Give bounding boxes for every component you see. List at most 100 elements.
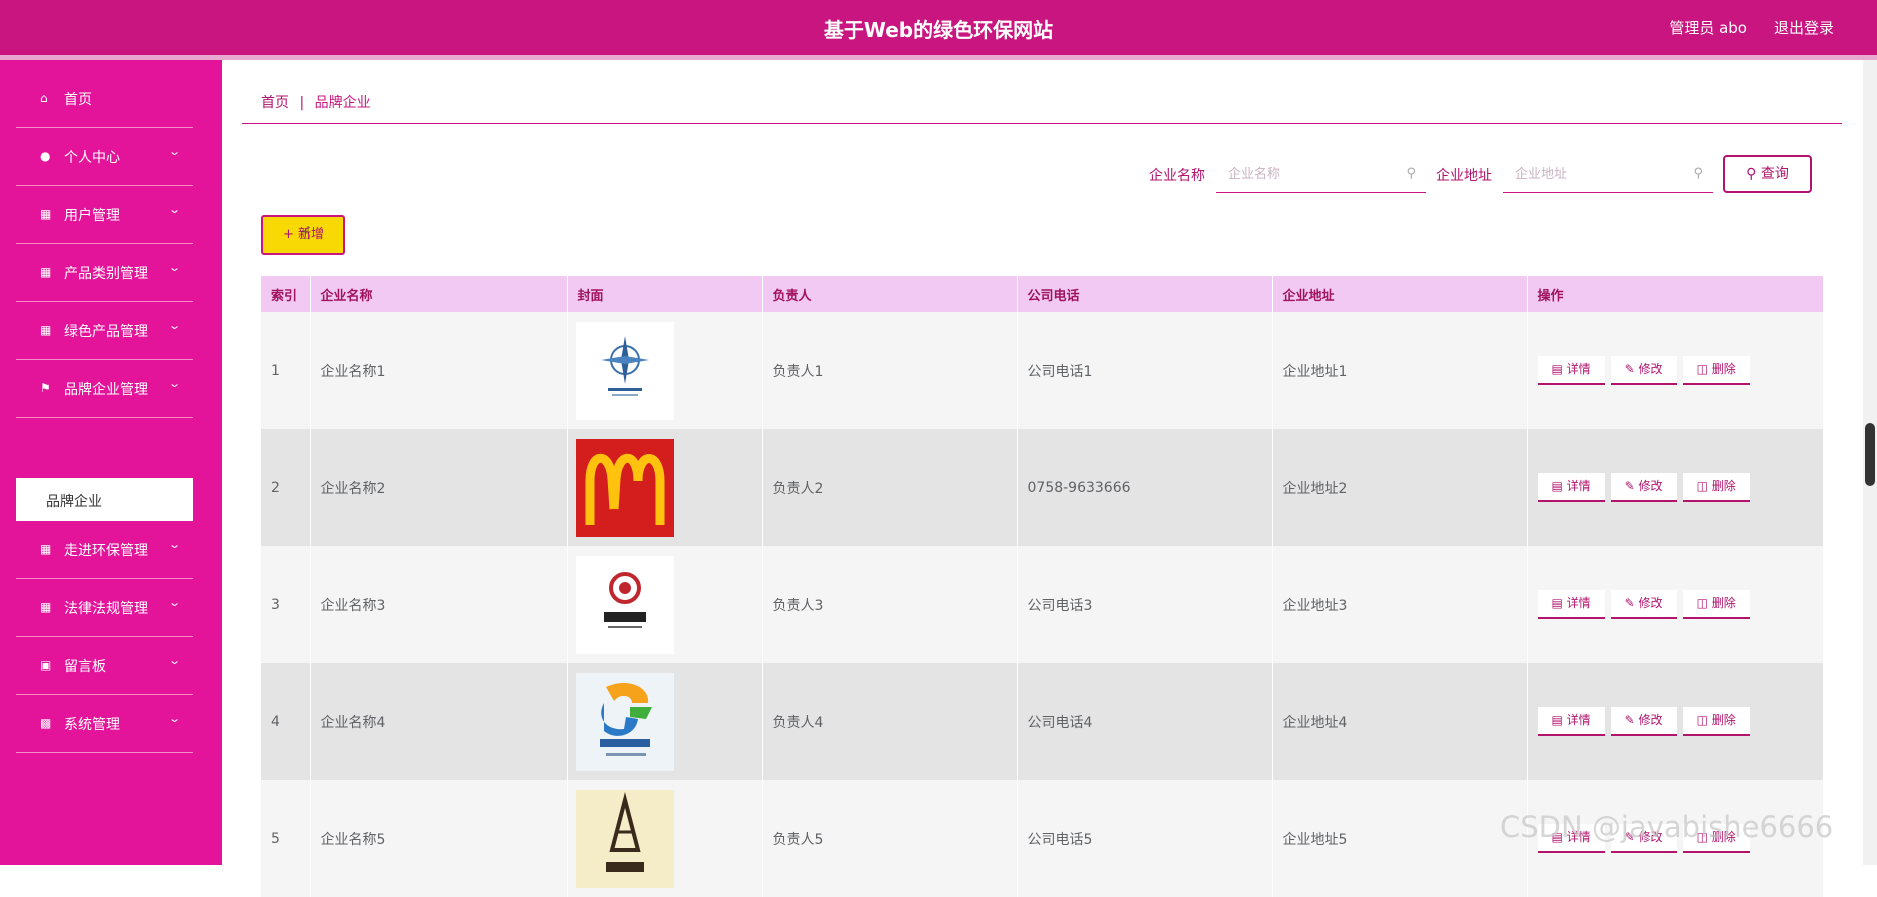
cell-person: 负责人4 bbox=[762, 663, 1018, 780]
sidebar-subitem-label: 品牌企业 bbox=[46, 494, 102, 510]
flag-icon: ⚑ bbox=[40, 381, 51, 395]
cell-phone: 公司电话1 bbox=[1017, 312, 1273, 429]
delete-button[interactable]: ◫ 删除 bbox=[1682, 590, 1750, 619]
sidebar-item-home[interactable]: ⌂ 首页 bbox=[16, 70, 193, 128]
monitor-icon: ▩ bbox=[40, 716, 52, 730]
sidebar-item-users[interactable]: ▦ 用户管理 ⌄ bbox=[16, 186, 193, 244]
cell-company-name: 企业名称5 bbox=[310, 780, 568, 897]
current-user: 管理员 abo bbox=[1669, 19, 1747, 37]
table-row: 1 企业名称1 负责人1 公司电话1 企业地址1 ▤ 详情 ✎ 修改 ◫ 删除 bbox=[261, 312, 1824, 429]
column-header: 企业名称 bbox=[310, 276, 568, 312]
detail-button[interactable]: ▤ 详情 bbox=[1537, 473, 1605, 502]
sidebar-item-laws[interactable]: ▦ 法律法规管理 ⌄ bbox=[16, 579, 193, 637]
chevron-down-icon: ⌄ bbox=[167, 145, 181, 158]
detail-button[interactable]: ▤ 详情 bbox=[1537, 356, 1605, 385]
table-row: 2 企业名称2 负责人2 0758-9633666 企业地址2 ▤ 详情 ✎ 修改… bbox=[261, 429, 1824, 546]
delete-button[interactable]: ◫ 删除 bbox=[1682, 356, 1750, 385]
company-name-search: ⚲ bbox=[1216, 156, 1426, 193]
clipboard-icon: ▦ bbox=[40, 207, 52, 221]
delete-button[interactable]: ◫ 删除 bbox=[1682, 473, 1750, 502]
edit-label: 修改 bbox=[1638, 362, 1663, 376]
detail-button[interactable]: ▤ 详情 bbox=[1537, 590, 1605, 619]
sidebar-item-label: 绿色产品管理 bbox=[64, 324, 148, 340]
sidebar-item-label: 用户管理 bbox=[64, 208, 120, 224]
sidebar-item-label: 个人中心 bbox=[64, 150, 120, 166]
sidebar-subitem-brand-company[interactable]: 品牌企业 bbox=[16, 478, 193, 521]
delete-label: 删除 bbox=[1711, 362, 1736, 376]
company-name-label: 企业名称 bbox=[1149, 168, 1205, 184]
edit-button[interactable]: ✎ 修改 bbox=[1610, 590, 1677, 619]
cell-cover bbox=[567, 312, 763, 429]
cell-person: 负责人2 bbox=[762, 429, 1018, 546]
breadcrumb-home[interactable]: 首页 bbox=[261, 95, 289, 111]
search-icon: ⚲ bbox=[1406, 166, 1416, 181]
edit-label: 修改 bbox=[1638, 713, 1663, 727]
company-logo-compass bbox=[575, 321, 674, 420]
cell-cover bbox=[567, 429, 763, 546]
company-address-label: 企业地址 bbox=[1436, 168, 1492, 184]
person-icon: ● bbox=[40, 149, 51, 163]
detail-label: 详情 bbox=[1566, 713, 1591, 727]
cell-index: 5 bbox=[261, 780, 311, 897]
breadcrumb-current: 品牌企业 bbox=[314, 95, 371, 111]
edit-button[interactable]: ✎ 修改 bbox=[1610, 707, 1677, 736]
plus-icon: + bbox=[283, 227, 294, 242]
table-header-row: 索引 企业名称 封面 负责人 公司电话 企业地址 操作 bbox=[261, 276, 1824, 312]
search-icon: ⚲ bbox=[1693, 166, 1703, 181]
delete-label: 删除 bbox=[1711, 713, 1736, 727]
sidebar-item-green-products[interactable]: ▦ 绿色产品管理 ⌄ bbox=[16, 302, 193, 360]
chevron-down-icon: ⌄ bbox=[167, 203, 181, 216]
sidebar: ⌂ 首页 ● 个人中心 ⌄ ▦ 用户管理 ⌄ ▦ 产品类别管理 ⌄ ▦ 绿色产品… bbox=[0, 60, 222, 865]
chevron-down-icon: ⌄ bbox=[167, 261, 181, 274]
column-header: 公司电话 bbox=[1017, 276, 1273, 312]
briefcase-icon: ▣ bbox=[40, 658, 52, 672]
sidebar-item-system[interactable]: ▩ 系统管理 ⌄ bbox=[16, 695, 193, 753]
search-icon: ⚲ bbox=[1746, 166, 1757, 182]
cell-phone: 0758-9633666 bbox=[1017, 429, 1273, 546]
cell-company-name: 企业名称1 bbox=[310, 312, 568, 429]
column-header: 企业地址 bbox=[1272, 276, 1528, 312]
edit-button[interactable]: ✎ 修改 bbox=[1610, 473, 1677, 502]
cell-actions: ▤ 详情 ✎ 修改 ◫ 删除 bbox=[1527, 663, 1824, 780]
cell-phone: 公司电话4 bbox=[1017, 663, 1273, 780]
cell-address: 企业地址2 bbox=[1272, 429, 1528, 546]
column-header: 操作 bbox=[1527, 276, 1824, 312]
sidebar-item-profile[interactable]: ● 个人中心 ⌄ bbox=[16, 128, 193, 186]
logout-link[interactable]: 退出登录 bbox=[1774, 17, 1834, 38]
cell-address: 企业地址1 bbox=[1272, 312, 1528, 429]
sidebar-item-label: 系统管理 bbox=[64, 717, 120, 733]
delete-label: 删除 bbox=[1711, 479, 1736, 493]
detail-button[interactable]: ▤ 详情 bbox=[1537, 707, 1605, 736]
company-logo-tencent-games bbox=[575, 672, 674, 771]
trash-icon: ◫ bbox=[1696, 479, 1712, 493]
cell-index: 3 bbox=[261, 546, 311, 663]
cell-actions: ▤ 详情 ✎ 修改 ◫ 删除 bbox=[1527, 429, 1824, 546]
column-header: 负责人 bbox=[762, 276, 1018, 312]
edit-label: 修改 bbox=[1638, 596, 1663, 610]
company-address-input[interactable] bbox=[1503, 156, 1713, 192]
grid-icon: ▦ bbox=[40, 323, 52, 337]
cell-company-name: 企业名称3 bbox=[310, 546, 568, 663]
sidebar-item-environmental[interactable]: ▦ 走进环保管理 ⌄ bbox=[16, 521, 193, 579]
delete-button[interactable]: ◫ 删除 bbox=[1682, 707, 1750, 736]
sidebar-item-product-categories[interactable]: ▦ 产品类别管理 ⌄ bbox=[16, 244, 193, 302]
cell-phone: 公司电话3 bbox=[1017, 546, 1273, 663]
table-row: 4 企业名称4 负责人4 公司电话4 企业地址4 ▤ 详情 ✎ 修改 ◫ 删除 bbox=[261, 663, 1824, 780]
chevron-down-icon: ⌄ bbox=[167, 319, 181, 332]
company-logo-mcdonalds bbox=[575, 438, 674, 537]
company-name-input[interactable] bbox=[1216, 156, 1426, 192]
document-icon: ▤ bbox=[1551, 362, 1567, 376]
sidebar-item-message-board[interactable]: ▣ 留言板 ⌄ bbox=[16, 637, 193, 695]
company-address-search: ⚲ bbox=[1503, 156, 1713, 193]
sidebar-item-brand-companies[interactable]: ⚑ 品牌企业管理 ⌄ bbox=[16, 360, 193, 418]
document-icon: ▤ bbox=[1551, 713, 1567, 727]
edit-label: 修改 bbox=[1638, 479, 1663, 493]
home-icon: ⌂ bbox=[40, 91, 48, 105]
cell-phone: 公司电话5 bbox=[1017, 780, 1273, 897]
cell-address: 企业地址3 bbox=[1272, 546, 1528, 663]
edit-button[interactable]: ✎ 修改 bbox=[1610, 356, 1677, 385]
scrollbar-thumb[interactable] bbox=[1865, 423, 1875, 486]
document-icon: ▤ bbox=[1551, 479, 1567, 493]
query-button[interactable]: ⚲ 查询 bbox=[1723, 155, 1812, 193]
sidebar-item-label: 品牌企业管理 bbox=[64, 382, 148, 398]
